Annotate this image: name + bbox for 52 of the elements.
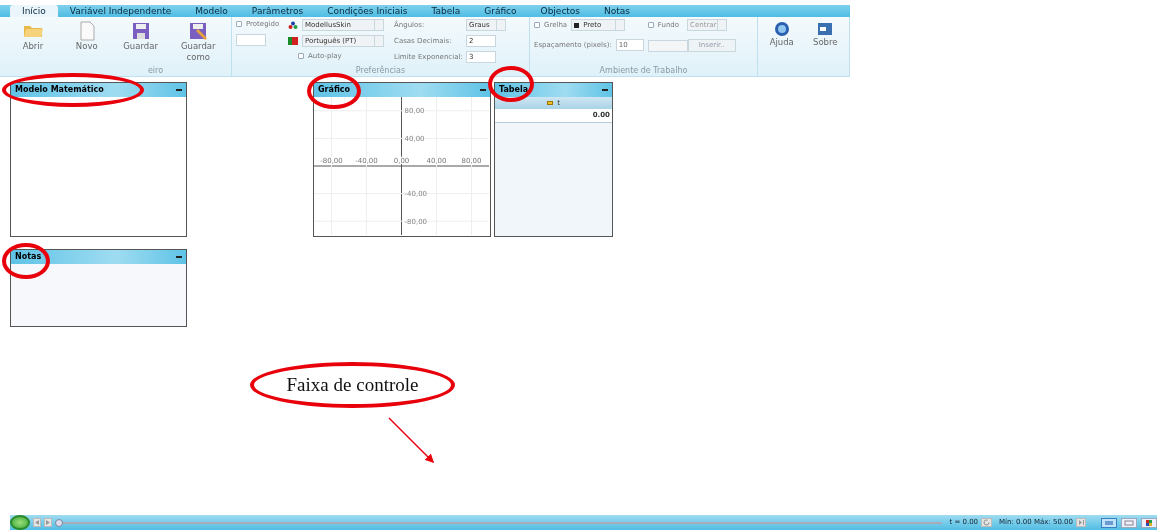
swatch-icon: [574, 22, 580, 28]
floppy-pencil-icon: [188, 21, 209, 41]
group-label: eiro: [146, 66, 165, 76]
color-dots-icon: [288, 21, 298, 29]
panel-title: Gráfico: [318, 84, 351, 96]
left-triangle-icon: [35, 520, 39, 525]
refresh-icon: [983, 519, 991, 526]
ribbon-tab[interactable]: Tabela: [419, 5, 473, 17]
panel-title: Notas: [15, 251, 42, 263]
toolbar-button[interactable]: Abrir: [8, 19, 58, 66]
skip-end-icon: [1078, 520, 1084, 525]
step-forward-button[interactable]: [44, 518, 52, 527]
toolbar-button[interactable]: Sobre: [805, 19, 845, 76]
ribbon-tab[interactable]: Início: [10, 5, 58, 17]
checkbox[interactable]: [534, 22, 540, 28]
ribbon-tab[interactable]: Condições Iniciais: [315, 5, 420, 17]
ribbon-tab[interactable]: Gráfico: [472, 5, 529, 17]
toolbar-button[interactable]: Novo: [61, 19, 112, 66]
layout-icon: [1104, 519, 1114, 526]
reset-button[interactable]: [981, 518, 993, 527]
step-back-button[interactable]: [33, 518, 41, 527]
text-field[interactable]: [236, 33, 266, 46]
checkbox[interactable]: [298, 53, 304, 60]
view-button[interactable]: [1101, 517, 1117, 528]
toolbar-button[interactable]: Guardar: [115, 19, 166, 66]
panel-title: Modelo Matemático: [15, 84, 104, 96]
checkbox[interactable]: [647, 22, 654, 28]
ribbon-tab[interactable]: Notas: [592, 5, 643, 17]
view-button[interactable]: [1141, 517, 1157, 528]
floppy-icon: [130, 21, 151, 41]
panel-title: Tabela: [499, 84, 529, 96]
group-label: Preferências: [354, 66, 407, 76]
variable-icon: [547, 101, 554, 105]
ribbon-tab[interactable]: Variável Independente: [57, 5, 184, 17]
ribbon-tab[interactable]: Parâmetros: [239, 5, 316, 17]
play-button[interactable]: [10, 515, 30, 530]
text-field[interactable]: [647, 39, 688, 52]
panel-icon: [1124, 519, 1134, 526]
group-label: Ambiente de Trabalho: [598, 66, 689, 76]
slider-thumb[interactable]: [55, 518, 63, 527]
toolbar-button[interactable]: Ajuda: [762, 19, 802, 76]
toolbar-button[interactable]: Guardar como: [169, 19, 227, 66]
ribbon-tab[interactable]: Objectos: [528, 5, 593, 17]
ribbon-tab[interactable]: Modelo: [183, 5, 240, 17]
window-icon: [817, 21, 834, 37]
annotation-label: Faixa de controle: [250, 362, 455, 408]
end-button[interactable]: [1076, 518, 1086, 527]
grid-icon: [1144, 519, 1154, 526]
right-triangle-icon: [46, 520, 50, 525]
checkbox[interactable]: [236, 21, 242, 28]
flag-icon: [288, 37, 298, 45]
help-icon: [773, 21, 790, 37]
